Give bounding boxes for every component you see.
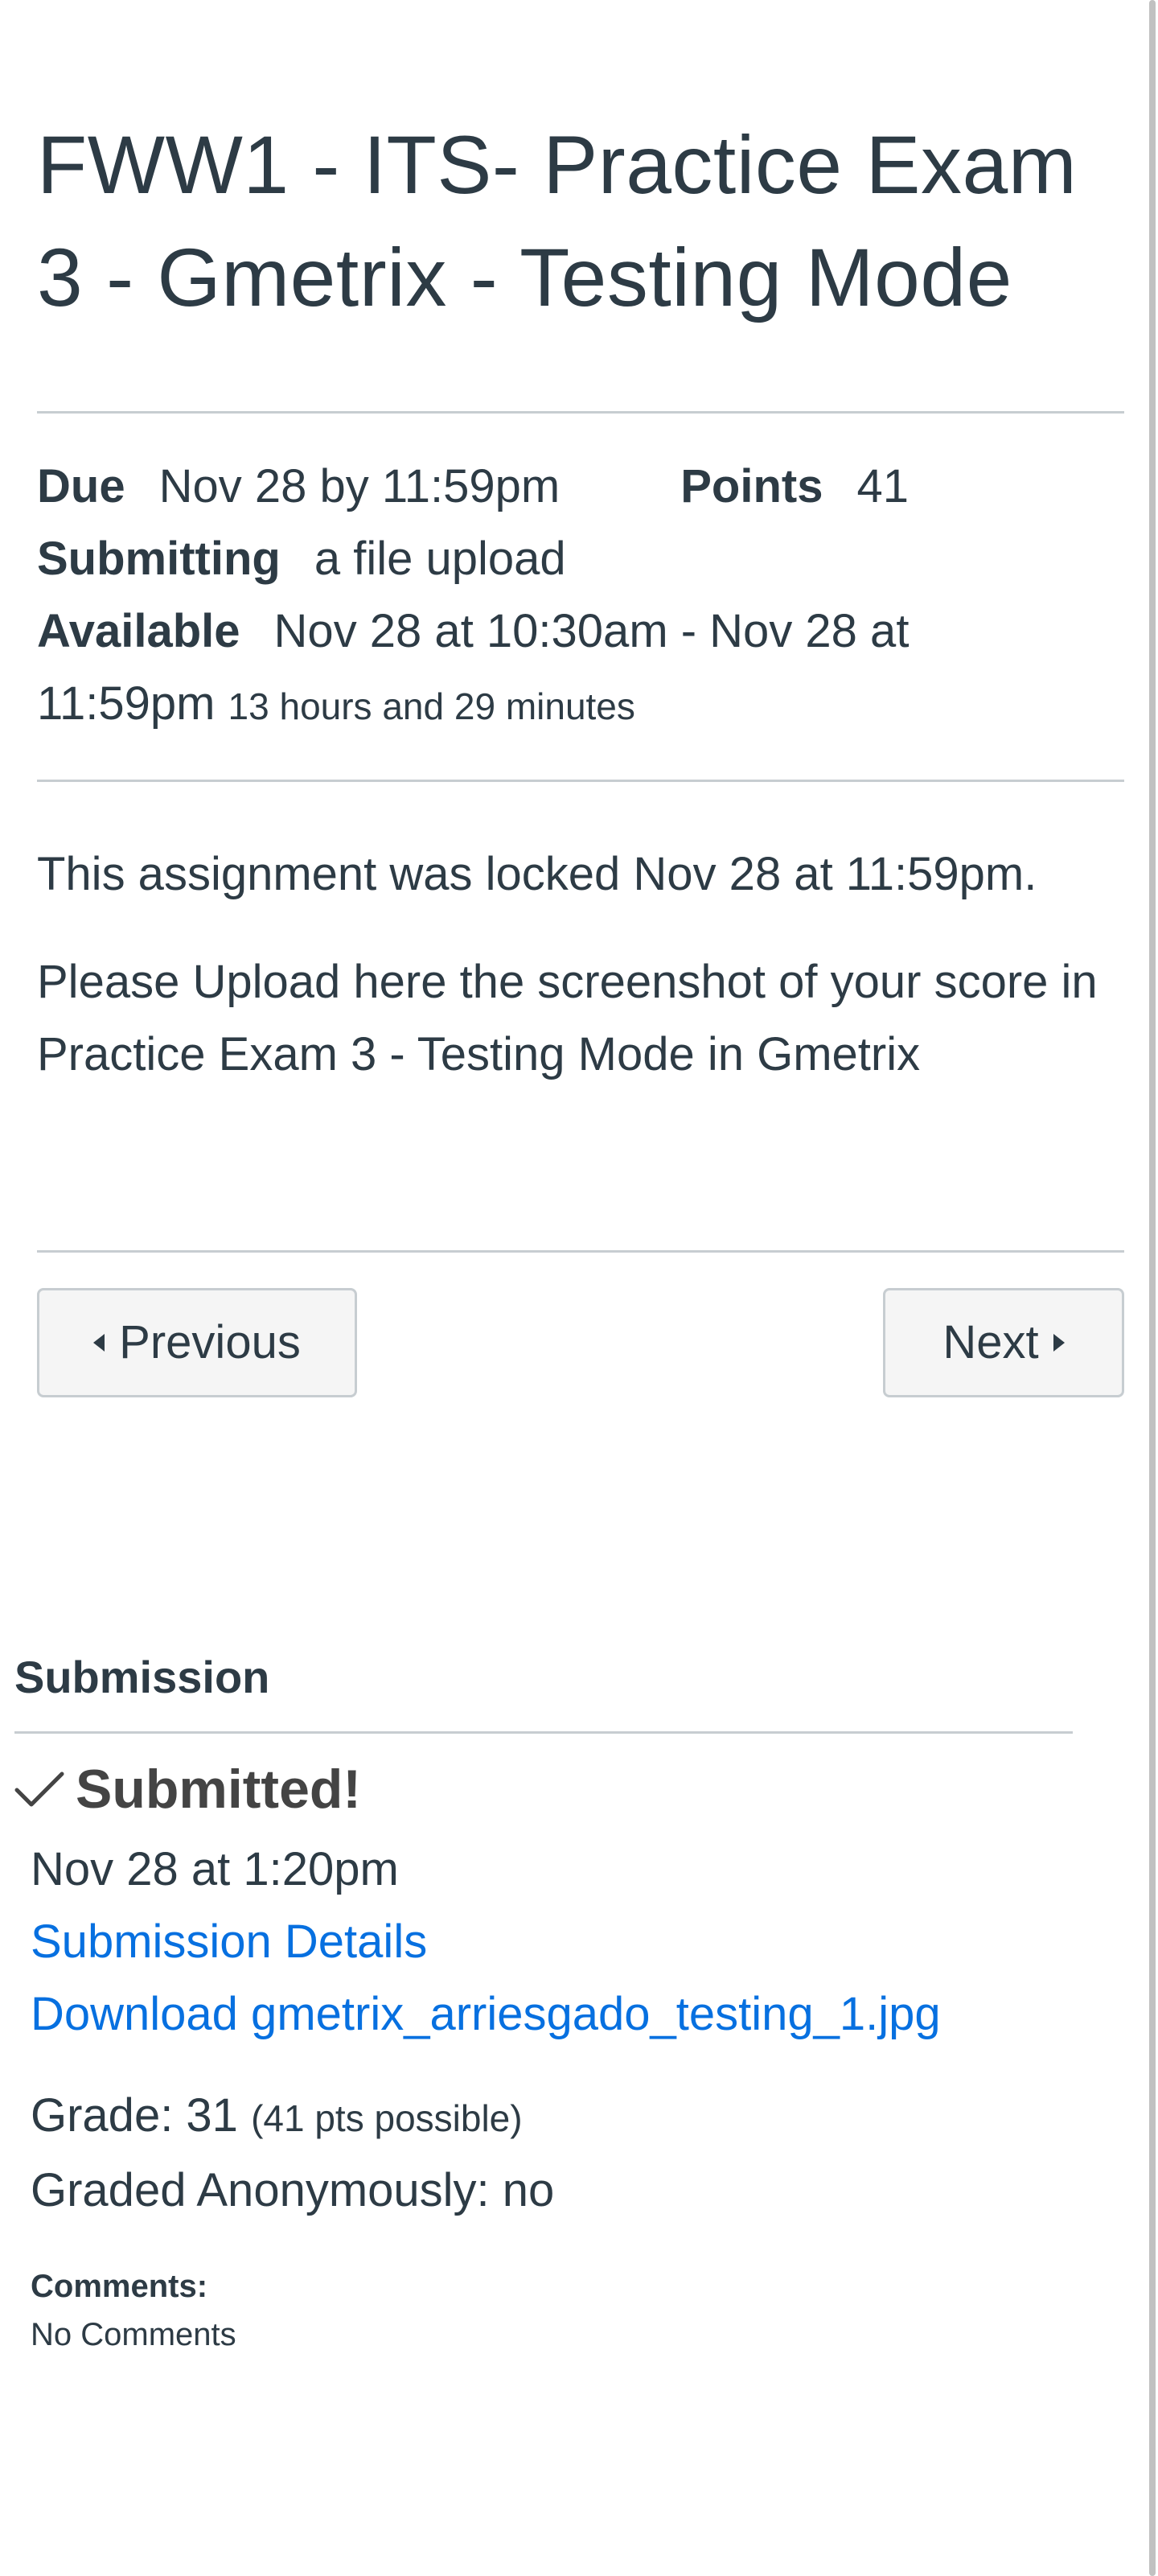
points-label: Points [680,460,823,512]
lock-notice: This assignment was locked Nov 28 at 11:… [37,848,1037,900]
next-button[interactable]: Next [883,1288,1124,1397]
divider [37,1250,1124,1253]
submission-date: Nov 28 at 1:20pm [31,1843,399,1895]
scrollbar-thumb[interactable] [1149,0,1156,2576]
comments-value: No Comments [31,2317,236,2352]
check-icon [14,1772,64,1807]
due-value: Nov 28 by 11:59pm [158,460,561,512]
assignment-description: This assignment was locked Nov 28 at 11:… [37,782,1124,1091]
submission-panel: Submission Submitted! Nov 28 at 1:20pm S… [14,1641,1073,2359]
assignment-page: FWW1 - ITS- Practice Exam 3 - Gmetrix - … [37,0,1124,1401]
scrollbar[interactable] [1147,0,1158,2576]
available-value: Nov 28 at 10:30am - Nov 28 at [273,605,910,657]
previous-button[interactable]: Previous [37,1288,357,1397]
due-row: Due Nov 28 by 11:59pm Points 41 [37,451,1124,523]
grade-possible: (41 pts possible) [251,2097,523,2139]
divider [14,1731,1073,1734]
assignment-details: Due Nov 28 by 11:59pm Points 41 Submitting a… [37,414,1124,743]
graded-anonymously: Graded Anonymously: no [31,2164,555,2216]
submitting-row: Submitting a file upload [37,523,1124,595]
available-row: Available Nov 28 at 10:30am - Nov 28 at [37,595,1124,668]
caret-left-icon [93,1334,105,1352]
available-value-end: 11:59pm [37,677,216,730]
grade-value: Grade: 31 [31,2089,238,2142]
submission-details-link[interactable]: Submission Details [31,1906,1073,1978]
submitting-value: a file upload [314,533,566,585]
previous-label: Previous [119,1316,301,1368]
page-title: FWW1 - ITS- Practice Exam 3 - Gmetrix - … [37,119,1078,323]
grade-row: Grade: 31 (41 pts possible) [31,2080,1073,2154]
submitting-label: Submitting [37,533,281,585]
next-label: Next [942,1316,1039,1368]
submitted-label: Submitted! [76,1759,362,1820]
submission-status: Submitted! [14,1745,1073,1833]
comments-section: Comments: No Comments [14,2262,1073,2359]
instruction-text: Please Upload here the screenshot of you… [37,956,1098,1080]
module-navigation: Previous Next [37,1288,1124,1401]
available-row-continued: 11:59pm 13 hours and 29 minutes [37,668,1124,743]
points-group: Points 41 [680,451,909,523]
points-value: 41 [856,460,909,512]
available-duration: 13 hours and 29 minutes [228,685,635,727]
submission-heading: Submission [14,1652,270,1702]
submission-body: Nov 28 at 1:20pm Submission Details Down… [14,1833,1073,2227]
available-label: Available [37,605,240,657]
caret-right-icon [1053,1334,1065,1352]
due-label: Due [37,460,125,512]
download-link[interactable]: Download gmetrix_arriesgado_testing_1.jp… [31,1978,1073,2051]
comments-label: Comments: [31,2269,208,2304]
